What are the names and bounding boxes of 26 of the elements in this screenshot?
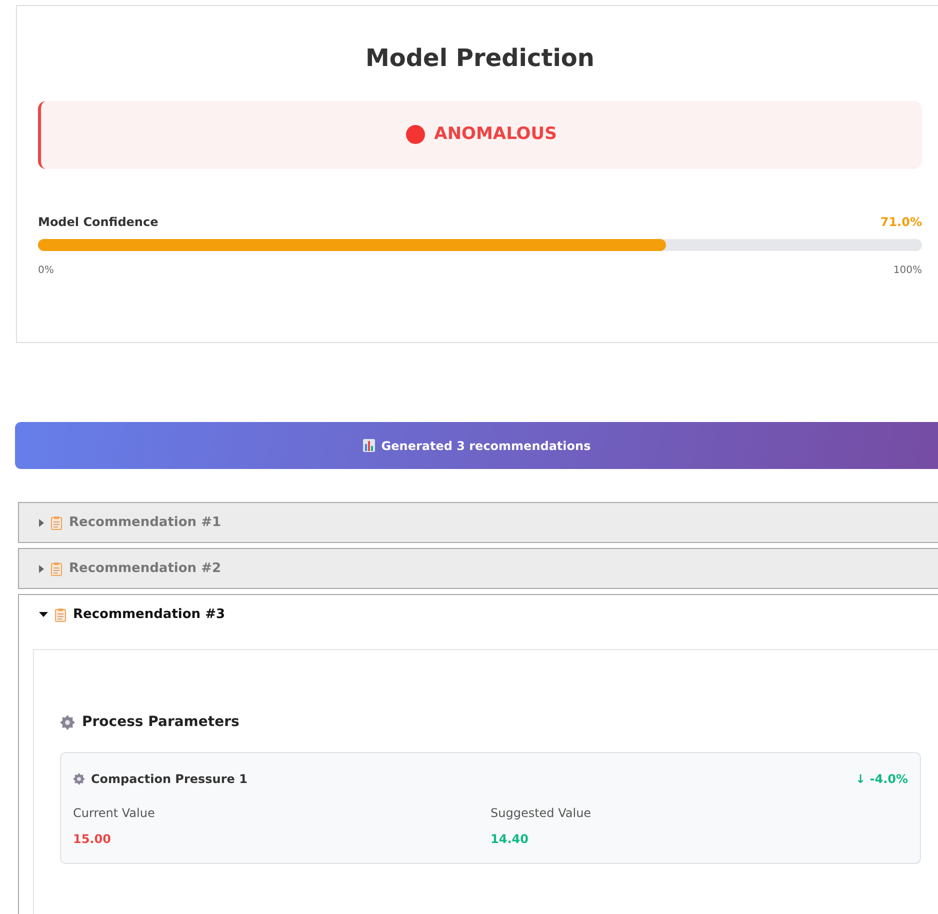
chart-icon bbox=[363, 439, 376, 452]
gear-icon bbox=[60, 715, 75, 730]
confidence-label: Model Confidence bbox=[38, 214, 158, 231]
caret-right-icon bbox=[39, 564, 44, 572]
summary-text: Generated 3 recommendations bbox=[381, 438, 591, 454]
accordion-header[interactable]: Recommendation #1 bbox=[19, 503, 938, 542]
clipboard-icon bbox=[55, 608, 66, 622]
min-label: 0% bbox=[38, 264, 54, 278]
caret-right-icon bbox=[39, 518, 44, 526]
suggested-label: Suggested Value bbox=[490, 805, 592, 822]
section-title: Process Parameters bbox=[82, 713, 240, 732]
max-label: 100% bbox=[893, 264, 922, 278]
caret-down-icon bbox=[39, 612, 48, 617]
parameter-name: Compaction Pressure 1 bbox=[91, 771, 248, 788]
card-title: Model Prediction bbox=[364, 43, 596, 73]
accordion-header[interactable]: Recommendation #2 bbox=[19, 549, 938, 588]
gear-icon bbox=[73, 773, 85, 785]
clipboard-icon bbox=[51, 562, 62, 576]
status-label: ANOMALOUS bbox=[434, 123, 557, 146]
status-dot-icon bbox=[406, 125, 426, 144]
suggested-value: 14.40 bbox=[490, 831, 528, 848]
current-label: Current Value bbox=[73, 805, 156, 822]
confidence-value: 71.0% bbox=[880, 214, 922, 231]
change-percent: ↓ -4.0% bbox=[856, 771, 908, 788]
clipboard-icon bbox=[51, 516, 62, 530]
current-value: 15.00 bbox=[73, 831, 111, 848]
